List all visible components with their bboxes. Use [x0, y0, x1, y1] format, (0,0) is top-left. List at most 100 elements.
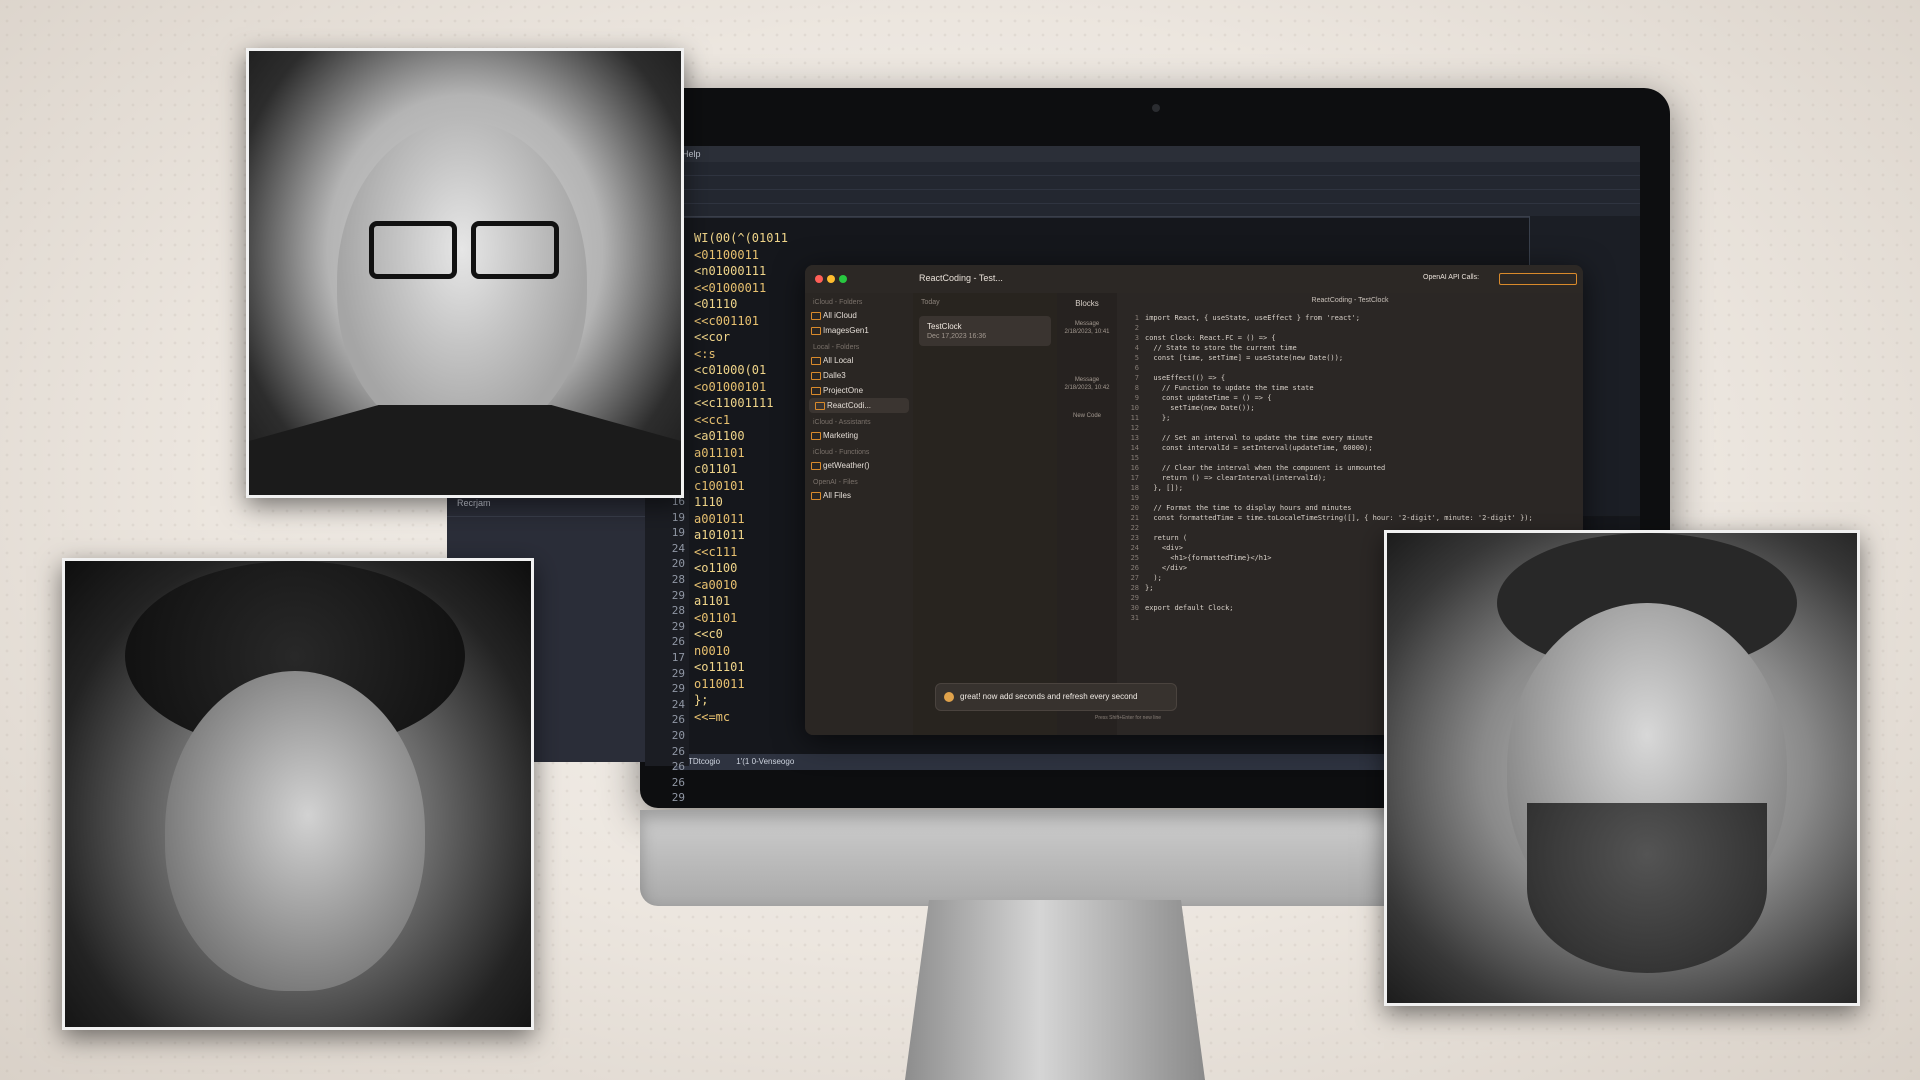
chat-list-item[interactable]: TestClock Dec 17,2023 16:36 — [919, 316, 1051, 346]
code-line: // Format the time to display hours and … — [1145, 504, 1352, 512]
monitor-stand — [905, 900, 1205, 1080]
code-line: // State to store the current time — [1145, 344, 1297, 352]
line-number: 26 — [1130, 564, 1139, 572]
openai-calls-field[interactable] — [1499, 273, 1577, 285]
sidebar-item-dalle3[interactable]: Dalle3 — [805, 368, 913, 383]
sidebar-item-imagesgen[interactable]: ImagesGen1 — [805, 323, 913, 338]
minimize-button[interactable] — [827, 275, 835, 283]
section-openai-files: OpenAI - Files — [813, 479, 858, 486]
ide-code-line: a001011 — [694, 511, 745, 526]
ide-line-number: 17 — [671, 650, 685, 664]
sidebar-label: getWeather() — [823, 461, 870, 470]
line-number: 15 — [1130, 454, 1139, 462]
ide-code-line: a011101 — [694, 445, 745, 460]
suit-shape — [249, 405, 681, 495]
zoom-button[interactable] — [839, 275, 847, 283]
code-line: return () => clearInterval(intervalId); — [1145, 474, 1327, 482]
sidebar-label: ReactCodi... — [827, 401, 872, 410]
ide-code-line: <o01000101 — [694, 379, 767, 394]
code-line: const [time, setTime] = useState(new Dat… — [1145, 354, 1344, 362]
code-line: const updateTime = () => { — [1145, 394, 1272, 402]
chat-item-date: Dec 17,2023 16:36 — [927, 333, 987, 340]
ide-code-line: <o1100 — [694, 561, 738, 575]
face-shape — [337, 121, 587, 441]
ide-line-number: 26 — [671, 635, 685, 649]
toolbar-row — [674, 190, 1640, 204]
list-section-today: Today — [921, 299, 940, 306]
ide-code-line: <<01000011 — [694, 280, 767, 295]
ide-code-line: a101011 — [694, 528, 745, 542]
ide-code-line: <n01000111 — [694, 264, 767, 278]
line-number: 31 — [1130, 614, 1139, 622]
sidebar-label: All Local — [823, 356, 854, 365]
sidebar-item-all-local[interactable]: All Local — [805, 353, 913, 368]
sidebar-item-all-icloud[interactable]: All iCloud — [805, 308, 913, 323]
folder-icon — [811, 357, 821, 365]
code-line: }, []); — [1145, 484, 1183, 492]
menu-help[interactable]: Help — [682, 149, 701, 159]
line-number: 19 — [1130, 494, 1139, 502]
line-number: 8 — [1134, 384, 1139, 392]
ide-code-line: <<c0 — [694, 627, 723, 641]
sidebar-item-getweather[interactable]: getWeather() — [805, 458, 913, 473]
ide-code-line: n0010 — [694, 643, 731, 658]
portrait-photo-right — [1384, 530, 1860, 1006]
ide-line-number: 26 — [671, 713, 685, 727]
code-line: // Clear the interval when the component… — [1145, 464, 1386, 472]
glasses-shape — [471, 221, 559, 279]
section-icloud-assistants: iCloud - Assistants — [813, 419, 871, 426]
line-number: 9 — [1134, 394, 1139, 402]
line-number: 30 — [1130, 604, 1139, 612]
message-block[interactable]: Message 2/18/2023, 10:41 — [1063, 320, 1111, 336]
ide-code-line: <01101 — [694, 610, 738, 625]
ide-code-line: <<c11001111 — [694, 396, 774, 410]
ide-line-number: 26 — [671, 744, 685, 758]
chat-titlebar: ReactCoding - Test... OpenAI API Calls: — [805, 265, 1583, 294]
ide-code-area[interactable]: WI(00(^(01011 <01100011 <n01000111 <<010000… — [694, 230, 814, 725]
line-number: 23 — [1130, 534, 1139, 542]
prompt-hint: Press Shift+Enter for new line — [1095, 715, 1162, 721]
blocks-header: Blocks — [1075, 299, 1099, 308]
portrait-photo-bottom-left — [62, 558, 534, 1030]
section-icloud-functions: iCloud - Functions — [813, 449, 870, 456]
line-number: 20 — [1130, 504, 1139, 512]
chat-item-title: TestClock — [927, 322, 962, 331]
code-gutter: 1 2 3 4 5 6 7 8 9 10 11 12 13 14 15 16 17 18 19 20 21 22 23 24 2… — [1117, 313, 1139, 623]
beard-shape — [1527, 803, 1767, 973]
sidebar-label: Marketing — [823, 431, 859, 440]
line-number: 14 — [1130, 444, 1139, 452]
code-line: useEffect(() => { — [1145, 374, 1226, 382]
sidebar-item-reactcoding[interactable]: ReactCodi... — [809, 398, 909, 413]
ide-code-line: a1101 — [694, 594, 731, 608]
ide-code-line: <<c001101 — [694, 313, 760, 328]
code-line: }; — [1145, 414, 1171, 422]
ide-line-numbers: 16 19 19 24 20 28 29 28 29 26 17 29 29 24 26 20 26 26 26 29 — [645, 490, 689, 804]
line-number: 28 — [1130, 584, 1139, 592]
message-block[interactable]: Message 2/18/2023, 10:42 — [1063, 376, 1111, 392]
sidebar-item-projectone[interactable]: ProjectOne — [805, 383, 913, 398]
ide-line-number: 29 — [671, 791, 685, 805]
glasses-shape — [369, 221, 457, 279]
code-line: const intervalId = setInterval(updateTim… — [1145, 444, 1373, 452]
ide-code-line: 1110 — [694, 495, 723, 509]
new-code-label: New Code — [1072, 413, 1101, 419]
ide-line-number: 20 — [671, 557, 685, 571]
ide-code-line: c01101 — [694, 462, 738, 476]
sidebar-item-marketing[interactable]: Marketing — [805, 428, 913, 443]
prompt-input[interactable]: great! now add seconds and refresh every… — [935, 683, 1177, 711]
sidebar-item-all-files[interactable]: All Files — [805, 488, 913, 503]
ide-code-line: <<cor — [694, 330, 731, 344]
line-number: 17 — [1130, 474, 1139, 482]
close-button[interactable] — [815, 275, 823, 283]
chat-sidebar: iCloud - Folders All iCloud ImagesGen1 L… — [805, 293, 914, 735]
ide-code-line: <01100011 — [694, 247, 760, 262]
chat-list: Today TestClock Dec 17,2023 16:36 — [913, 293, 1058, 735]
ide-line-number: 29 — [671, 588, 685, 602]
line-number: 1 — [1134, 314, 1139, 322]
ide-code-line: <a0010 — [694, 577, 738, 592]
line-number: 25 — [1130, 554, 1139, 562]
line-number: 18 — [1130, 484, 1139, 492]
folder-icon — [815, 402, 825, 410]
